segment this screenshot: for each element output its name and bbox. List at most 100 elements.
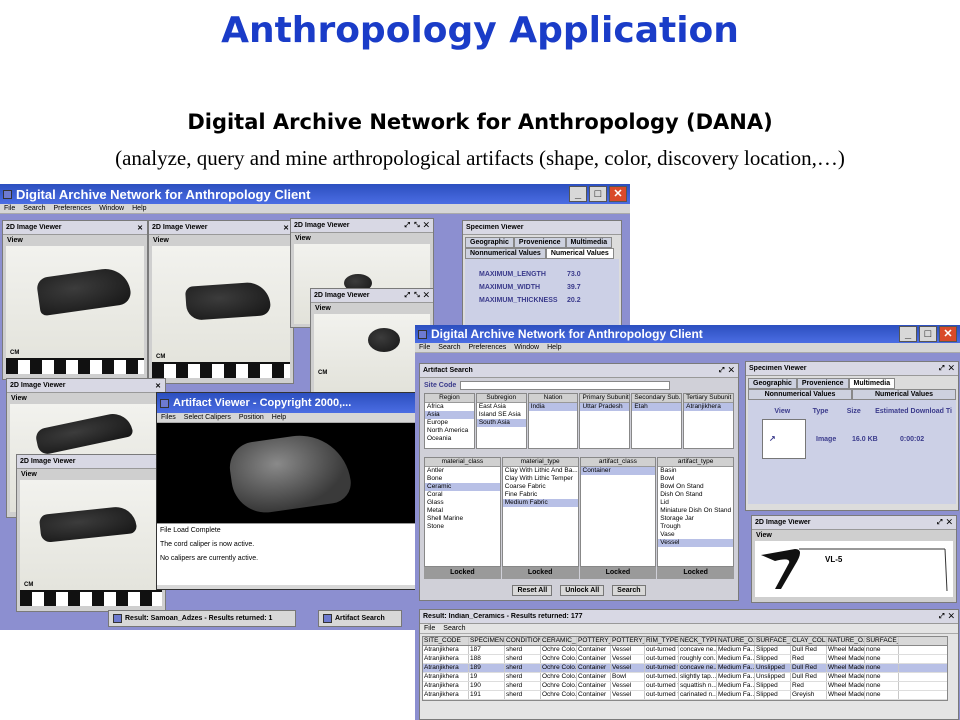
table-row[interactable]: Atranjikhera 187 sherd Ochre Colo... Contain… xyxy=(423,646,947,655)
tab-numerical[interactable]: Numerical Values xyxy=(545,248,614,259)
thumbnail-image[interactable]: ↗ xyxy=(762,419,806,459)
viewer-view-menu[interactable]: View xyxy=(7,393,165,404)
menu-help[interactable]: Help xyxy=(547,344,561,351)
image-viewer-f-header[interactable]: 2D Image Viewer✕ xyxy=(17,455,165,469)
list-header[interactable]: material_class xyxy=(425,458,500,467)
list-item[interactable]: Dish On Stand xyxy=(658,491,733,499)
menu-search[interactable]: Search xyxy=(23,205,45,212)
list-item[interactable]: Storage Jar xyxy=(658,515,733,523)
column-header[interactable]: SITE_CODE xyxy=(423,637,469,645)
image-viewer-2-header[interactable]: 2D Image Viewer ⤢ ✕ xyxy=(752,516,956,530)
tab-multimedia[interactable]: Multimedia xyxy=(565,237,613,248)
viewer-view-menu[interactable]: View xyxy=(17,469,165,480)
window-controls-icon[interactable]: ⤢ ✕ xyxy=(937,519,953,527)
image-viewer-c-header[interactable]: 2D Image Viewer ⤢ ⤡ ✕ xyxy=(291,219,433,233)
menu-file[interactable]: File xyxy=(419,344,430,351)
menu-window[interactable]: Window xyxy=(514,344,539,351)
viewer-view-menu[interactable]: View xyxy=(291,233,433,244)
tab-numerical[interactable]: Numerical Values xyxy=(852,389,956,400)
column-header[interactable]: CONDITION xyxy=(505,637,541,645)
list-item[interactable]: Vessel xyxy=(658,539,733,547)
artifact-viewer-titlebar[interactable]: Artifact Viewer - Copyright 2000,... xyxy=(157,393,417,413)
list-item[interactable]: Uttar Pradesh xyxy=(580,403,630,411)
lock-button[interactable]: Locked xyxy=(501,567,579,579)
list-item[interactable]: Medium Fabric xyxy=(502,499,578,507)
tab-nonnumerical[interactable]: Nonnumerical Values xyxy=(465,248,546,259)
list-item[interactable]: Shell Marine xyxy=(425,515,500,523)
list-header[interactable]: Secondary Sub... xyxy=(632,394,682,403)
list-item[interactable]: Trough xyxy=(658,523,733,531)
list-item[interactable]: Metal xyxy=(425,507,500,515)
menu-window[interactable]: Window xyxy=(99,205,124,212)
list-item[interactable]: East Asia xyxy=(477,403,526,411)
geo_lists-list[interactable]: Tertiary Subunit Atranjikhera xyxy=(683,393,734,449)
minimize-button[interactable]: _ xyxy=(899,326,917,342)
viewer-view-menu[interactable]: View xyxy=(311,303,433,314)
geo_lists-list[interactable]: Subregion East Asia Island SE Asia South As… xyxy=(475,393,527,449)
menu-help[interactable]: Help xyxy=(272,414,286,421)
geo_lists-list[interactable]: Region Africa Asia Europe North America Ocean… xyxy=(424,393,475,449)
list-header[interactable]: artifact_class xyxy=(580,458,656,467)
image-viewer-d-header[interactable]: 2D Image Viewer ⤢ ⤡ ✕ xyxy=(311,289,433,303)
list-item[interactable]: Bowl xyxy=(658,475,733,483)
specimen-viewer-2-header[interactable]: Specimen Viewer ⤢ ✕ xyxy=(746,362,958,376)
viewer-view-menu[interactable]: View xyxy=(3,235,147,246)
class_lists-list[interactable]: material_class Antler Bone Ceramic Coral Glas… xyxy=(424,457,501,567)
menu-preferences[interactable]: Preferences xyxy=(53,205,91,212)
search-button[interactable]: Search xyxy=(612,585,646,596)
column-header[interactable]: CLAY_COL... xyxy=(791,637,827,645)
list-item[interactable]: Clay With Lithic And Ba... xyxy=(503,467,578,475)
list-item[interactable]: Africa xyxy=(425,403,474,411)
unlock-all-button[interactable]: Unlock All xyxy=(560,585,605,596)
list-item[interactable]: Vase xyxy=(658,531,733,539)
list-item[interactable]: Fine Fabric xyxy=(503,491,578,499)
list-item[interactable]: India xyxy=(528,403,578,411)
table-row[interactable]: Atranjikhera 188 sherd Ochre Colo... Contain… xyxy=(423,655,947,664)
maximize-button[interactable]: □ xyxy=(919,326,937,342)
list-header[interactable]: Tertiary Subunit xyxy=(684,394,733,403)
list-item[interactable]: Glass xyxy=(425,499,500,507)
tab-provenience[interactable]: Provenience xyxy=(796,378,849,389)
column-header[interactable]: NATURE_O... xyxy=(827,637,865,645)
artifact-search-header[interactable]: Artifact Search ⤢ ✕ xyxy=(420,364,738,378)
geo_lists-list[interactable]: Nation India xyxy=(527,393,579,449)
table-row[interactable]: Atranjikhera 19 sherd Ochre Colo... Containe… xyxy=(423,673,947,682)
menu-search[interactable]: Search xyxy=(438,344,460,351)
list-item[interactable]: North America xyxy=(425,427,474,435)
window-controls-icon[interactable]: ✕ xyxy=(283,224,290,232)
table-row[interactable]: Atranjikhera 190 sherd Ochre Colo... Contain… xyxy=(423,682,947,691)
list-item[interactable]: Bone xyxy=(425,475,500,483)
column-header[interactable]: NATURE_O... xyxy=(717,637,755,645)
geo_lists-list[interactable]: Secondary Sub... Etah xyxy=(631,393,683,449)
viewer-view-menu[interactable]: View xyxy=(752,530,956,541)
tab-provenience[interactable]: Provenience xyxy=(513,237,566,248)
image-viewer-e-header[interactable]: 2D Image Viewer ✕ xyxy=(7,379,165,393)
column-header[interactable]: CERAMIC_... xyxy=(541,637,577,645)
column-header[interactable]: SURFACE_... xyxy=(865,637,899,645)
table-row[interactable]: Atranjikhera 191 sherd Ochre Colo... Contain… xyxy=(423,691,947,700)
window-controls-icon[interactable]: ⤢ ✕ xyxy=(939,613,955,621)
menu-file[interactable]: File xyxy=(424,625,435,632)
list-item[interactable]: Coral xyxy=(425,491,500,499)
table-row[interactable]: Atranjikhera 189 sherd Ochre Colo... Contain… xyxy=(423,664,947,673)
column-header[interactable]: POTTERY_... xyxy=(577,637,611,645)
list-header[interactable]: Region xyxy=(425,394,474,403)
list-item[interactable]: Basin xyxy=(658,467,733,475)
class_lists-list[interactable]: artifact_type Basin Bowl Bowl On Stand Dish … xyxy=(657,457,734,567)
window-controls-icon[interactable]: ✕ xyxy=(137,224,144,232)
window-controls-icon[interactable]: ⤢ ✕ xyxy=(939,365,955,373)
list-item[interactable]: Island SE Asia xyxy=(477,411,526,419)
maximize-button[interactable]: □ xyxy=(589,186,607,202)
artifact-3d-view[interactable] xyxy=(157,423,417,523)
list-item[interactable]: Bowl On Stand xyxy=(658,483,733,491)
window-controls-icon[interactable]: ⤢ ⤡ ✕ xyxy=(405,222,430,230)
list-item[interactable]: Atranjikhera xyxy=(684,403,733,411)
tab-geographic[interactable]: Geographic xyxy=(748,378,797,389)
column-header[interactable]: NECK_TYPE xyxy=(679,637,717,645)
list-header[interactable]: Nation xyxy=(528,394,578,403)
window-controls-icon[interactable]: ⤢ ✕ xyxy=(719,367,735,375)
list-item[interactable]: South Asia xyxy=(476,419,526,427)
specimen-viewer-1-header[interactable]: Specimen Viewer xyxy=(463,221,621,235)
close-button[interactable]: ✕ xyxy=(939,326,957,342)
image-viewer-b-header[interactable]: 2D Image Viewer ✕ xyxy=(149,221,293,235)
